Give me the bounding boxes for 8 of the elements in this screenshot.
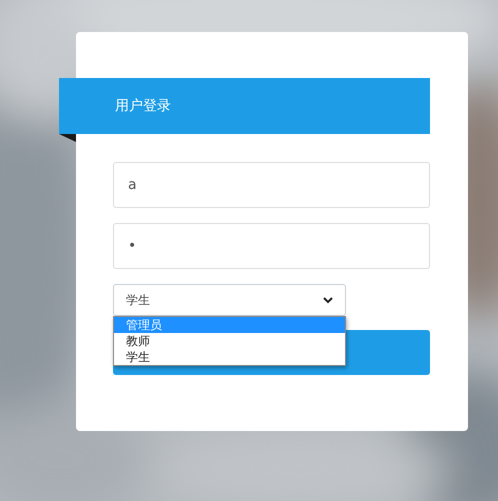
username-field[interactable]: a xyxy=(113,162,430,208)
dropdown-option[interactable]: 教师 xyxy=(114,333,345,349)
header-title: 用户登录 xyxy=(115,96,171,116)
ribbon-fold xyxy=(59,134,76,142)
password-field[interactable]: • xyxy=(113,223,430,269)
dropdown-option[interactable]: 学生 xyxy=(114,349,345,365)
chevron-down-icon xyxy=(323,296,333,304)
role-select[interactable]: 学生 xyxy=(113,284,346,316)
